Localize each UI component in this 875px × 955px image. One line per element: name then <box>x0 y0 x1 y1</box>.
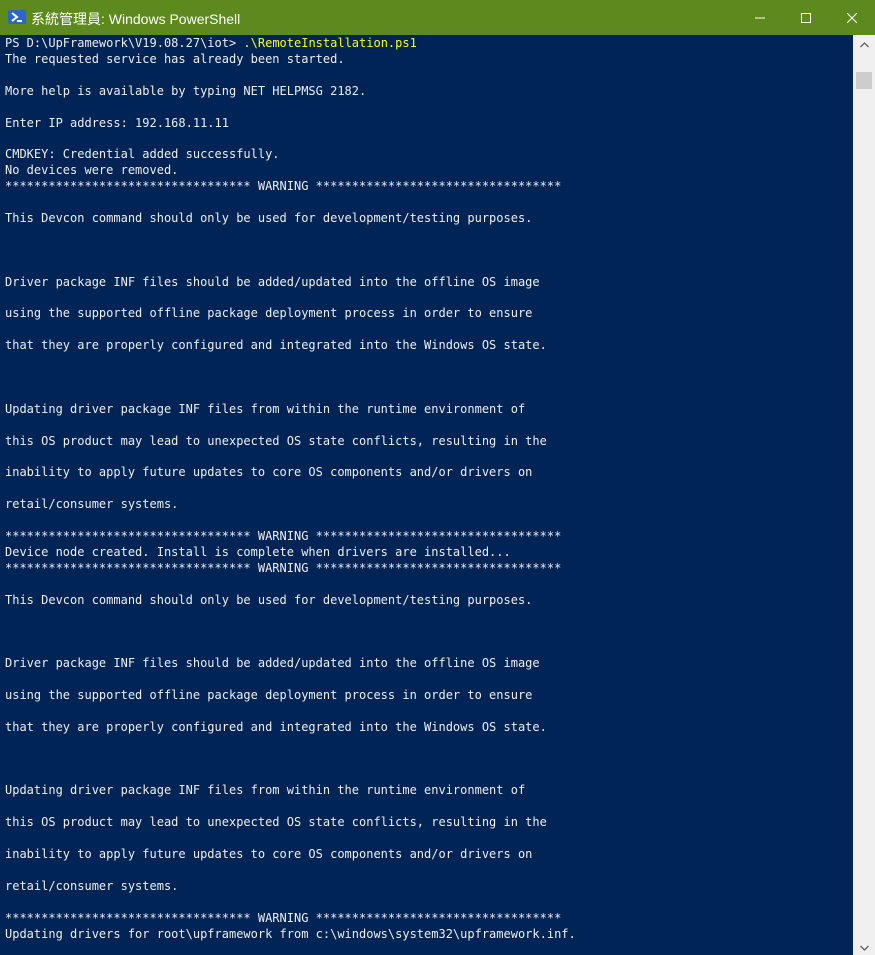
window-title: 系統管理員: Windows PowerShell <box>31 11 241 27</box>
console-line: Updating drivers for root\upframework fr… <box>5 926 576 941</box>
console-line: CMDKEY: Credential added successfully. <box>5 147 280 162</box>
console-line: retail/consumer systems. <box>5 497 179 512</box>
console-line: this OS product may lead to unexpected O… <box>5 815 547 830</box>
console-line: The requested service has already been s… <box>5 52 345 66</box>
minimize-button[interactable] <box>737 0 783 35</box>
scroll-down-button[interactable] <box>853 938 875 955</box>
console-line: No devices were removed. <box>5 163 179 178</box>
close-button[interactable] <box>829 0 875 35</box>
command-text: .\RemoteInstallation.ps1 <box>243 36 417 50</box>
prompt-line: PS D:\UpFramework\V19.08.27\iot> .\Remot… <box>5 37 417 50</box>
console-line: Driver package INF files should be added… <box>5 274 540 289</box>
console-line: This Devcon command should only be used … <box>5 211 533 225</box>
console-line: that they are properly configured and in… <box>5 719 547 734</box>
console-line: More help is available by typing NET HEL… <box>5 83 367 98</box>
console-line: that they are properly configured and in… <box>5 338 547 353</box>
powershell-window: 系統管理員: Windows PowerShell PS D:\UpFramew… <box>0 0 875 955</box>
chevron-up-icon <box>859 35 869 53</box>
console-line: Enter IP address: 192.168.11.11 <box>5 115 229 130</box>
maximize-icon <box>801 12 811 23</box>
console-line: This Devcon command should only be used … <box>5 592 533 607</box>
console-line: retail/consumer systems. <box>5 878 179 893</box>
console-line: using the supported offline package depl… <box>5 306 533 321</box>
console-line: Driver package INF files should be added… <box>5 656 540 671</box>
scrollbar-thumb[interactable] <box>856 72 872 89</box>
vertical-scrollbar[interactable] <box>853 35 875 955</box>
close-icon <box>847 12 857 23</box>
console-line: inability to apply future updates to cor… <box>5 847 533 861</box>
console-line: inability to apply future updates to cor… <box>5 465 533 480</box>
title-bar[interactable]: 系統管理員: Windows PowerShell <box>0 0 875 35</box>
console-line: ********************************** WARNI… <box>5 179 562 194</box>
prompt-text: PS D:\UpFramework\V19.08.27\iot> <box>5 36 244 50</box>
console-line: ********************************** WARNI… <box>5 910 562 925</box>
console-line: Updating driver package INF files from w… <box>5 401 526 416</box>
console-line: Updating driver package INF files from w… <box>5 783 526 798</box>
console-line: using the supported offline package depl… <box>5 688 533 702</box>
console-line: this OS product may lead to unexpected O… <box>5 433 547 448</box>
console-line: ********************************** WARNI… <box>5 560 562 575</box>
powershell-icon <box>8 10 26 24</box>
scroll-up-button[interactable] <box>853 35 875 52</box>
console-line: ********************************** WARNI… <box>5 529 562 543</box>
minimize-icon <box>755 13 765 23</box>
chevron-down-icon <box>859 938 869 955</box>
maximize-button[interactable] <box>783 0 829 35</box>
console-line: Device node created. Install is complete… <box>5 544 511 559</box>
console-output[interactable]: PS D:\UpFramework\V19.08.27\iot> .\Remot… <box>0 35 853 955</box>
